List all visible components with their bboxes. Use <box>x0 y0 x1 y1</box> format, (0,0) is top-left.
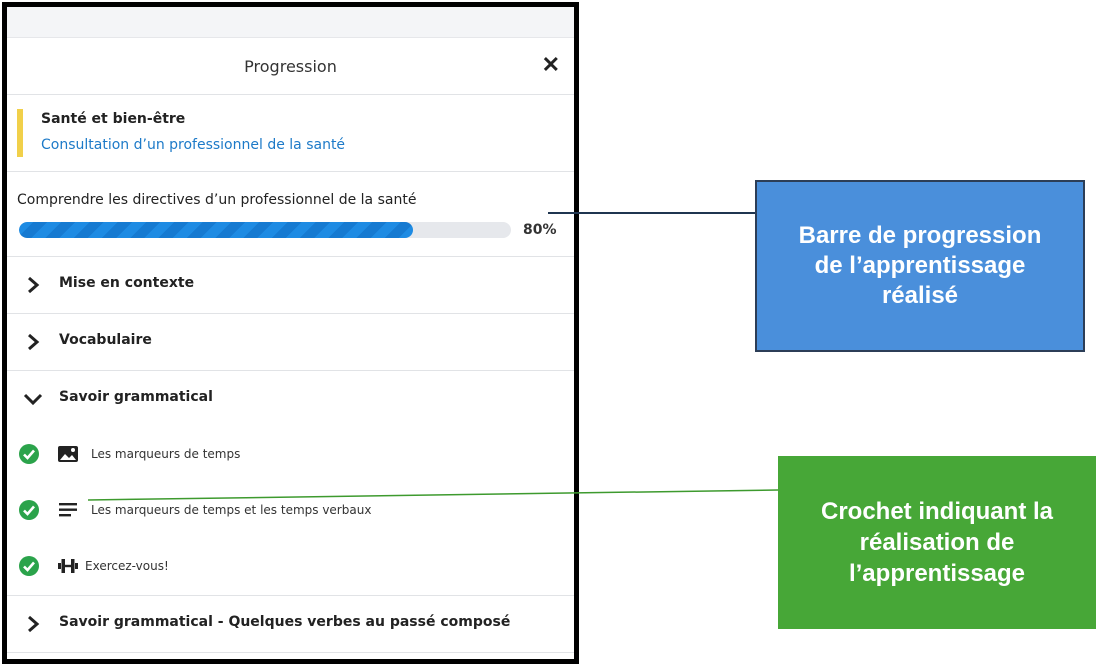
progress-percent: 80% <box>523 222 557 238</box>
topic-subcategory-link[interactable]: Consultation d’un professionnel de la sa… <box>41 137 345 153</box>
chevron-right-icon <box>28 615 40 633</box>
lesson-block: Comprendre les directives d’un professio… <box>7 172 574 257</box>
section-label: Savoir grammatical - Quelques verbes au … <box>59 614 511 630</box>
topic-accent-bar <box>17 109 23 157</box>
progress-bar-fill <box>19 222 413 238</box>
image-icon <box>58 446 78 462</box>
section-label: Vocabulaire <box>59 332 152 348</box>
close-icon[interactable]: ✕ <box>542 54 560 76</box>
section-mise-en-contexte[interactable]: Mise en contexte <box>7 257 574 314</box>
panel-top-strip <box>7 7 574 38</box>
list-item[interactable]: Les marqueurs de temps <box>7 427 574 483</box>
text-lines-icon <box>59 503 77 517</box>
check-icon <box>19 500 39 520</box>
chevron-right-icon <box>28 333 40 351</box>
list-item-label: Les marqueurs de temps <box>91 447 241 461</box>
chevron-down-icon <box>23 393 43 406</box>
list-item[interactable]: Exercez-vous! <box>7 539 574 595</box>
progress-bar-callout: Barre de progression de l’apprentissage … <box>755 180 1085 352</box>
list-item-label: Exercez-vous! <box>85 559 169 573</box>
panel-title: Progression <box>244 56 337 76</box>
section-label: Mise en contexte <box>59 275 195 291</box>
progression-panel: Progression ✕ Santé et bien-être Consult… <box>2 2 579 664</box>
panel-header: Progression ✕ <box>7 38 574 95</box>
check-icon <box>19 444 39 464</box>
topic-category: Santé et bien-être <box>41 111 186 127</box>
lesson-title: Comprendre les directives d’un professio… <box>17 192 417 208</box>
section-savoir-grammatical-passe-compose[interactable]: Savoir grammatical - Quelques verbes au … <box>7 595 574 653</box>
check-icon <box>19 556 39 576</box>
checkmark-callout: Crochet indiquant la réalisation de l’ap… <box>778 456 1096 629</box>
chevron-right-icon <box>28 276 40 294</box>
section-label: Savoir grammatical <box>59 389 213 405</box>
list-item[interactable]: Les marqueurs de temps et les temps verb… <box>7 483 574 539</box>
dumbbell-icon <box>58 559 78 573</box>
topic-block: Santé et bien-être Consultation d’un pro… <box>7 95 574 172</box>
list-item-label: Les marqueurs de temps et les temps verb… <box>91 503 372 517</box>
section-savoir-grammatical[interactable]: Savoir grammatical <box>7 371 574 427</box>
progress-bar <box>19 222 511 238</box>
section-vocabulaire[interactable]: Vocabulaire <box>7 314 574 371</box>
